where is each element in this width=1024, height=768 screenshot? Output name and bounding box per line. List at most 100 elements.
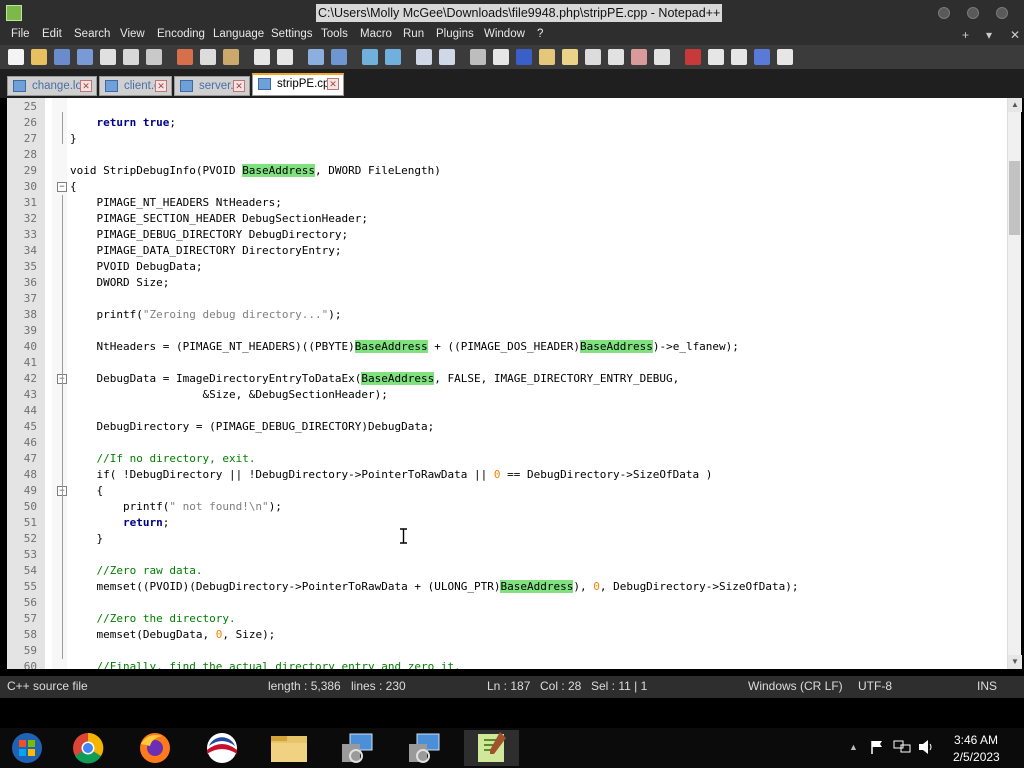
- code-text[interactable]: PIMAGE_SECTION_HEADER DebugSectionHeader…: [70, 211, 368, 227]
- code-line[interactable]: 30 {: [7, 179, 1018, 195]
- menu-language[interactable]: Language: [213, 28, 264, 40]
- menu-tools[interactable]: Tools: [321, 28, 348, 40]
- code-text[interactable]: PIMAGE_DEBUG_DIRECTORY DebugDirectory;: [70, 227, 348, 243]
- code-text[interactable]: //Zero the directory.: [70, 611, 236, 627]
- code-line[interactable]: 41: [7, 355, 1018, 371]
- play-macro-icon[interactable]: [731, 49, 747, 65]
- code-line[interactable]: 25: [7, 99, 1018, 115]
- flag-icon[interactable]: [869, 739, 885, 755]
- code-line[interactable]: 34 PIMAGE_DATA_DIRECTORY DirectoryEntry;: [7, 243, 1018, 259]
- code-line[interactable]: 44: [7, 403, 1018, 419]
- code-text[interactable]: DebugDirectory = (PIMAGE_DEBUG_DIRECTORY…: [70, 419, 434, 435]
- code-line[interactable]: 59: [7, 643, 1018, 659]
- menu-encoding[interactable]: Encoding: [157, 28, 205, 40]
- scroll-up-arrow-icon[interactable]: ▲: [1008, 98, 1022, 112]
- indent-guide-icon[interactable]: [516, 49, 532, 65]
- code-text[interactable]: PVOID DebugData;: [70, 259, 202, 275]
- code-text[interactable]: //If no directory, exit.: [70, 451, 256, 467]
- fold-toggle-icon[interactable]: −: [57, 182, 67, 192]
- code-text[interactable]: if( !DebugDirectory || !DebugDirectory->…: [70, 467, 712, 483]
- obama-logo-icon[interactable]: [195, 730, 250, 766]
- code-editor[interactable]: 25 26 return true; 27} 28 29 void StripDebugI…: [7, 98, 1018, 669]
- undo-icon[interactable]: [254, 49, 270, 65]
- code-line[interactable]: 57 //Zero the directory.: [7, 611, 1018, 627]
- code-line[interactable]: 31 PIMAGE_NT_HEADERS NtHeaders;: [7, 195, 1018, 211]
- code-text[interactable]: return true;: [70, 115, 177, 131]
- save-all-icon[interactable]: [77, 49, 93, 65]
- run-macro-multiple-icon[interactable]: [754, 49, 770, 65]
- open-file-icon[interactable]: [31, 49, 47, 65]
- maximize-button[interactable]: [967, 7, 979, 19]
- firefox-icon[interactable]: [128, 730, 183, 766]
- file-explorer-icon[interactable]: [262, 730, 317, 766]
- close-tab-icon[interactable]: ✕: [155, 80, 167, 92]
- menu-plugins[interactable]: Plugins: [436, 28, 474, 40]
- tab-client-c[interactable]: client.c ✕: [99, 76, 172, 96]
- tab-server-c[interactable]: server.c ✕: [174, 76, 250, 96]
- menu-search[interactable]: Search: [74, 28, 110, 40]
- code-line[interactable]: 58 memset(DebugData, 0, Size);: [7, 627, 1018, 643]
- cut-icon[interactable]: [177, 49, 193, 65]
- redo-icon[interactable]: [277, 49, 293, 65]
- minimize-button[interactable]: [938, 7, 950, 19]
- replace-icon[interactable]: [331, 49, 347, 65]
- close-button[interactable]: [996, 7, 1008, 19]
- function-list-icon[interactable]: [562, 49, 578, 65]
- code-line[interactable]: 46: [7, 435, 1018, 451]
- status-insert-mode[interactable]: INS: [977, 679, 997, 693]
- close-all-icon[interactable]: [123, 49, 139, 65]
- sync-horizontal-icon[interactable]: [439, 49, 455, 65]
- scroll-thumb[interactable]: [1009, 161, 1020, 235]
- code-text[interactable]: }: [70, 531, 103, 547]
- code-text[interactable]: &Size, &DebugSectionHeader);: [70, 387, 387, 403]
- code-line[interactable]: 45 DebugDirectory = (PIMAGE_DEBUG_DIRECT…: [7, 419, 1018, 435]
- document-map-icon[interactable]: [539, 49, 555, 65]
- code-text[interactable]: memset(DebugData, 0, Size);: [70, 627, 275, 643]
- code-line[interactable]: 53: [7, 547, 1018, 563]
- code-text[interactable]: //Finally, find the actual directory ent…: [70, 659, 461, 669]
- monitoring-icon[interactable]: [608, 49, 624, 65]
- code-line[interactable]: 38 printf("Zeroing debug directory...");: [7, 307, 1018, 323]
- tab-strippe-cpp[interactable]: stripPE.cpp ✕: [252, 73, 344, 96]
- code-text[interactable]: memset((PVOID)(DebugDirectory->PointerTo…: [70, 579, 799, 595]
- zoom-out-icon[interactable]: [385, 49, 401, 65]
- code-text[interactable]: return;: [70, 515, 169, 531]
- preview-icon[interactable]: [654, 49, 670, 65]
- code-text[interactable]: PIMAGE_NT_HEADERS NtHeaders;: [70, 195, 281, 211]
- close-tab-icon[interactable]: ✕: [233, 80, 245, 92]
- code-line[interactable]: 42 DebugData = ImageDirectoryEntryToData…: [7, 371, 1018, 387]
- code-line[interactable]: 48 if( !DebugDirectory || !DebugDirector…: [7, 467, 1018, 483]
- scroll-down-arrow-icon[interactable]: ▼: [1008, 655, 1022, 669]
- code-line[interactable]: 40 NtHeaders = (PIMAGE_NT_HEADERS)((PBYT…: [7, 339, 1018, 355]
- menu-help[interactable]: ?: [537, 28, 543, 40]
- code-text[interactable]: PIMAGE_DATA_DIRECTORY DirectoryEntry;: [70, 243, 341, 259]
- menu-settings[interactable]: Settings: [271, 28, 313, 40]
- record-macro-icon[interactable]: [685, 49, 701, 65]
- code-line[interactable]: 26 return true;: [7, 115, 1018, 131]
- start-orb-icon[interactable]: [2, 730, 57, 766]
- code-text[interactable]: printf(" not found!\n");: [70, 499, 282, 515]
- volume-icon[interactable]: [917, 739, 935, 755]
- clock-date[interactable]: 2/5/2023: [953, 750, 1000, 764]
- code-text[interactable]: DebugData = ImageDirectoryEntryToDataEx(…: [70, 371, 679, 387]
- new-file-icon[interactable]: [8, 49, 24, 65]
- tray-overflow-chevron-icon[interactable]: ▲: [849, 742, 858, 752]
- find-icon[interactable]: [308, 49, 324, 65]
- word-wrap-icon[interactable]: [470, 49, 486, 65]
- menu-view[interactable]: View: [120, 28, 145, 40]
- code-line[interactable]: 29 void StripDebugInfo(PVOID BaseAddress,…: [7, 163, 1018, 179]
- udl-icon[interactable]: [631, 49, 647, 65]
- code-line[interactable]: 50 printf(" not found!\n");: [7, 499, 1018, 515]
- status-eol[interactable]: Windows (CR LF): [748, 679, 843, 693]
- new-tab-plus-icon[interactable]: +: [962, 28, 969, 42]
- menu-edit[interactable]: Edit: [42, 28, 62, 40]
- save-icon[interactable]: [54, 49, 70, 65]
- stop-macro-icon[interactable]: [708, 49, 724, 65]
- close-document-icon[interactable]: ✕: [1010, 28, 1020, 42]
- code-text[interactable]: {: [70, 483, 103, 499]
- status-encoding[interactable]: UTF-8: [858, 679, 892, 693]
- code-text[interactable]: printf("Zeroing debug directory...");: [70, 307, 341, 323]
- code-text[interactable]: //Zero raw data.: [70, 563, 203, 579]
- code-text[interactable]: NtHeaders = (PIMAGE_NT_HEADERS)((PBYTE)B…: [70, 339, 739, 355]
- notepadpp-icon[interactable]: [464, 730, 519, 766]
